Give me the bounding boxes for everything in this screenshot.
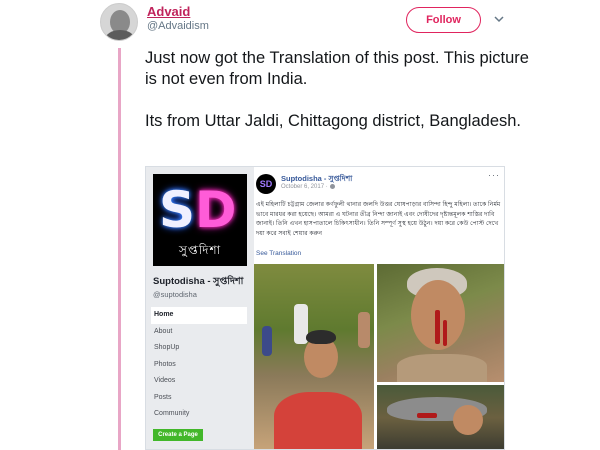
follow-button[interactable]: Follow xyxy=(406,7,481,33)
nav-item-home[interactable]: Home xyxy=(151,307,247,324)
bystander xyxy=(358,312,370,348)
more-options-icon[interactable]: ··· xyxy=(488,170,500,180)
woman-head xyxy=(453,405,483,435)
see-translation-link[interactable]: See Translation xyxy=(256,250,301,257)
avatar-body xyxy=(105,30,135,40)
page-nav: Home About ShopUp Photos Videos Posts Co… xyxy=(151,307,247,423)
blood-mark xyxy=(417,413,437,418)
post-date-text: October 6, 2017 · xyxy=(281,184,328,191)
post-photo[interactable] xyxy=(254,264,374,449)
blood-mark xyxy=(443,320,447,346)
blood-mark xyxy=(435,310,440,344)
post-photo[interactable] xyxy=(377,385,504,449)
nav-item-about[interactable]: About xyxy=(151,324,247,341)
woman-hair xyxy=(306,330,336,344)
post-avatar[interactable]: SD xyxy=(256,174,276,194)
create-page-button[interactable]: Create a Page xyxy=(153,429,203,441)
nav-item-videos[interactable]: Videos xyxy=(151,373,247,390)
avatar[interactable] xyxy=(100,3,138,41)
embedded-screenshot[interactable]: SD সুপ্তদিশা Suptodisha - সুপ্তদিশা @sup… xyxy=(145,166,505,450)
page-handle: @suptodisha xyxy=(153,290,197,299)
nav-item-shopup[interactable]: ShopUp xyxy=(151,340,247,357)
tweet-paragraph: Its from Uttar Jaldi, Chittagong distric… xyxy=(145,112,522,130)
author-name[interactable]: Advaid xyxy=(147,4,190,19)
saree xyxy=(397,354,487,382)
fb-page-sidebar: SD সুপ্তদিশা Suptodisha - সুপ্তদিশা @sup… xyxy=(146,167,254,449)
fb-post: SD Suptodisha - সুপ্তদিশা October 6, 201… xyxy=(254,167,504,449)
thread-line xyxy=(118,48,121,450)
page-name[interactable]: Suptodisha - সুপ্তদিশা xyxy=(153,275,243,290)
author-handle: @Advaidism xyxy=(147,20,209,32)
globe-icon xyxy=(329,184,335,189)
tweet-text: Just now got the Translation of this pos… xyxy=(145,48,545,132)
nav-item-posts[interactable]: Posts xyxy=(151,390,247,407)
logo-letter-d: D xyxy=(195,181,237,239)
logo-letters: SD xyxy=(159,184,237,236)
tweet-paragraph: Just now got the Translation of this pos… xyxy=(145,49,529,88)
logo-subtitle: সুপ্তদিশা xyxy=(178,243,222,257)
saree xyxy=(274,392,362,449)
chevron-down-icon[interactable] xyxy=(492,12,506,26)
nav-item-community[interactable]: Community xyxy=(151,406,247,423)
bystander xyxy=(262,326,272,356)
logo-letter-s: S xyxy=(159,181,196,239)
post-date[interactable]: October 6, 2017 · xyxy=(281,184,335,190)
nav-item-photos[interactable]: Photos xyxy=(151,357,247,374)
page-logo[interactable]: SD সুপ্তদিশা xyxy=(153,174,247,266)
post-body: এই মহিলাটি চট্টগ্রাম জেলার কর্ণফুলী থানা… xyxy=(256,201,501,237)
post-photo[interactable] xyxy=(377,264,504,382)
